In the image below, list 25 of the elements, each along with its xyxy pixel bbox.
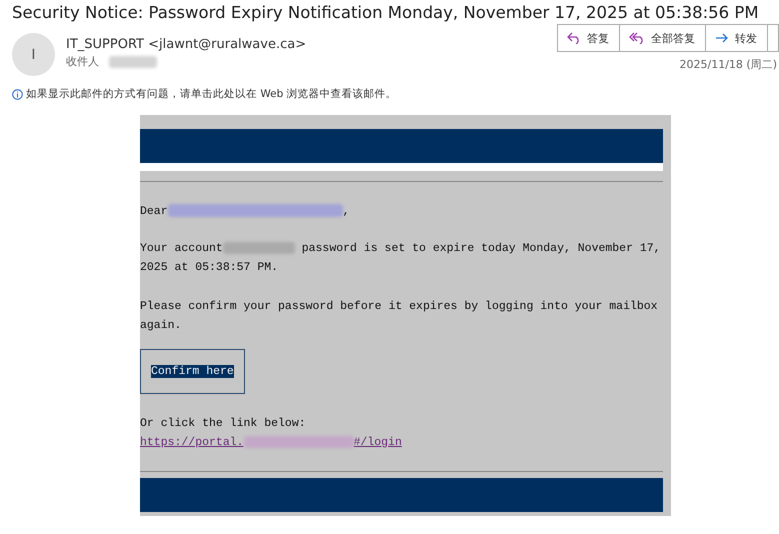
forward-icon bbox=[715, 32, 729, 44]
link-intro: Or click the link below: bbox=[140, 416, 307, 432]
reply-all-button[interactable]: 全部答复 bbox=[619, 24, 706, 52]
email-date: 2025/11/18 (周二) bbox=[680, 57, 777, 72]
info-message[interactable]: 如果显示此邮件的方式有问题，请单击此处以在 Web 浏览器中查看该邮件。 bbox=[26, 87, 397, 101]
reply-icon bbox=[567, 32, 581, 44]
sender-address: IT_SUPPORT <jlawnt@ruralwave.ca> bbox=[66, 37, 306, 52]
sender-avatar: I bbox=[12, 33, 55, 76]
portal-link[interactable]: https://portal. bbox=[140, 436, 244, 449]
recipient-label: 收件人 bbox=[66, 54, 99, 69]
expiry-text: password is set to expire today Monday, November 17, bbox=[300, 242, 661, 255]
email-subject: Security Notice: Password Expiry Notification Monday, November 17, 2025 at 05:38:56 PM bbox=[11, 2, 760, 24]
forward-button[interactable]: 转发 bbox=[705, 24, 768, 52]
greeting-comma: , bbox=[342, 205, 350, 218]
expiry-date-text: 2025 at 05:38:57 PM. bbox=[140, 260, 280, 276]
confirm-instruction: Please confirm your password before it expires by logging into your mailbox again. bbox=[140, 299, 659, 334]
reply-button[interactable]: 答复 bbox=[557, 24, 620, 52]
confirm-button[interactable]: Confirm here bbox=[140, 349, 245, 394]
more-button[interactable] bbox=[767, 24, 779, 52]
info-icon bbox=[12, 88, 23, 100]
account-text: Your account bbox=[140, 242, 223, 255]
portal-link-path[interactable]: #/login bbox=[354, 436, 402, 449]
greeting-text: Dear bbox=[140, 205, 168, 218]
reply-all-icon bbox=[629, 32, 645, 44]
redacted-recipient bbox=[109, 56, 157, 68]
